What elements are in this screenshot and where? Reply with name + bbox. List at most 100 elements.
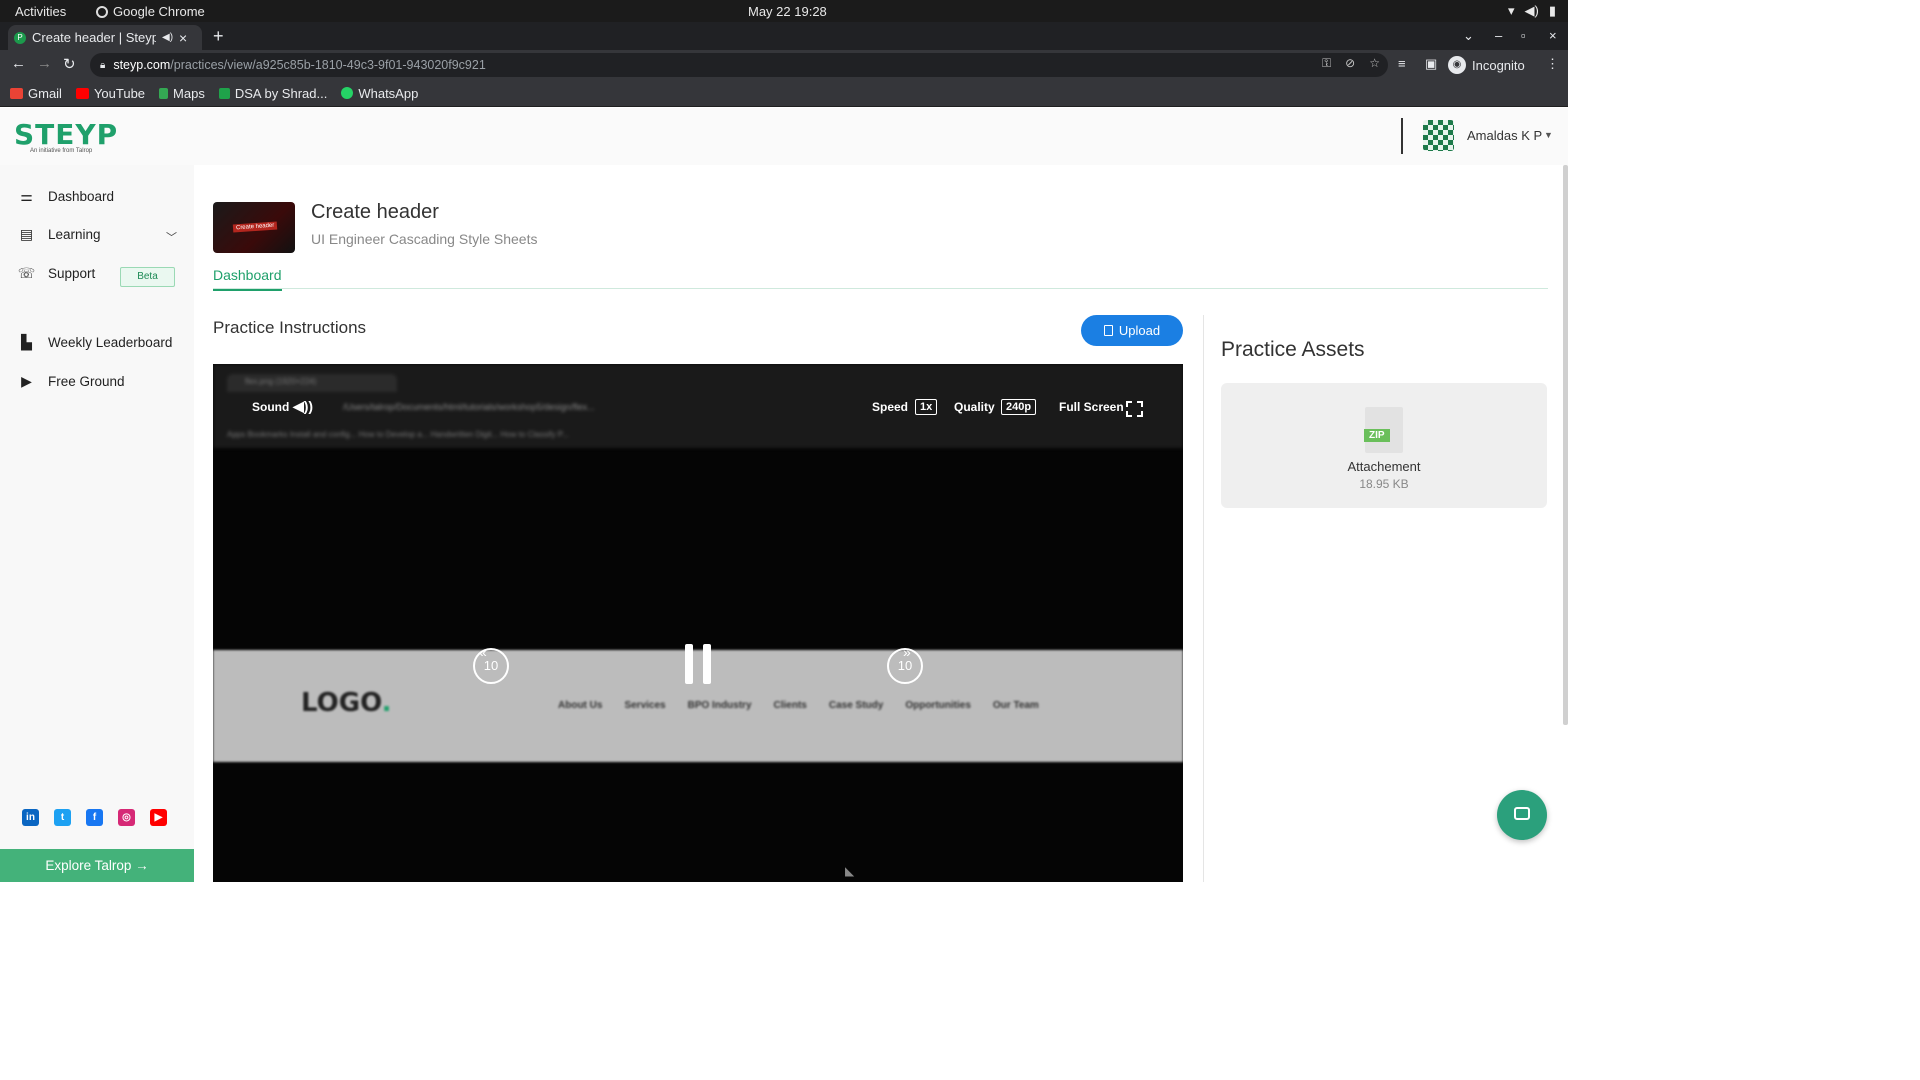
- twitter-icon[interactable]: t: [54, 809, 71, 826]
- incognito-icon: ◉: [1448, 56, 1466, 74]
- facebook-icon[interactable]: f: [86, 809, 103, 826]
- leaderboard-icon: ▙: [21, 334, 32, 350]
- url-path: /practices/view/a925c85b-1810-49c3-9f01-…: [170, 58, 486, 72]
- bookmarks-bar: Gmail YouTube Maps DSA by Shrad... Whats…: [0, 80, 1568, 107]
- bookmark-gmail[interactable]: Gmail: [10, 86, 62, 101]
- tab-search-icon[interactable]: ⌄: [1463, 28, 1474, 44]
- asset-file-size: 18.95 KB: [1359, 477, 1409, 491]
- chevron-down-icon[interactable]: ﹀: [166, 229, 177, 245]
- bookmark-dsa[interactable]: DSA by Shrad...: [218, 86, 327, 101]
- address-bar[interactable]: 🔒︎ steyp.com /practices/view/a925c85b-18…: [90, 53, 1388, 77]
- calendar-icon: ▤: [19, 226, 34, 242]
- tab-title: Create header | Steyp's: [32, 30, 156, 45]
- audio-playing-icon[interactable]: ◀): [162, 32, 173, 43]
- volume-icon[interactable]: ◀)): [293, 398, 313, 415]
- chat-button[interactable]: [1497, 790, 1547, 840]
- reload-icon[interactable]: ↻: [63, 55, 76, 73]
- browser-tab[interactable]: P Create header | Steyp's ◀) ×: [8, 25, 202, 50]
- zip-file-icon: ZIP: [1364, 407, 1403, 453]
- bookmark-star-icon[interactable]: ☆: [1369, 56, 1380, 71]
- activities-button[interactable]: Activities: [15, 4, 66, 19]
- avatar[interactable]: [1423, 120, 1454, 151]
- os-top-bar: Activities Google Chrome May 22 19:28 ▾ …: [0, 0, 1568, 22]
- sidebar-item-dashboard[interactable]: ⚌ Dashboard: [17, 188, 114, 205]
- beta-badge: Beta: [120, 267, 175, 287]
- system-tray[interactable]: ▾ ◀) ▮: [1508, 3, 1556, 19]
- linkedin-icon[interactable]: in: [22, 809, 39, 826]
- eye-off-icon[interactable]: ⊘: [1345, 56, 1355, 71]
- page-title: Create header: [311, 201, 439, 223]
- chat-bubble-icon: [1514, 807, 1530, 820]
- speed-label: Speed: [872, 400, 909, 414]
- media-control-icon[interactable]: ≡: [1398, 56, 1406, 71]
- video-player[interactable]: flex.png (1920×224) /Users/talrop/Docume…: [213, 364, 1183, 882]
- panel-divider: [1203, 315, 1204, 882]
- course-subtitle: UI Engineer Cascading Style Sheets: [311, 231, 538, 247]
- bookmark-whatsapp[interactable]: WhatsApp: [341, 86, 418, 101]
- app-name: Google Chrome: [113, 4, 205, 19]
- bookmark-maps[interactable]: Maps: [159, 86, 205, 101]
- maps-icon: [159, 87, 169, 99]
- maximize-icon[interactable]: ▫: [1521, 28, 1526, 43]
- header-divider: [1401, 118, 1403, 154]
- quality-selector[interactable]: 240p: [1001, 399, 1037, 415]
- back-icon[interactable]: ←: [11, 55, 26, 72]
- social-links: in t f ◎ ▶: [22, 809, 167, 826]
- new-tab-button[interactable]: +: [213, 26, 224, 47]
- profile-label: Incognito: [1472, 57, 1525, 73]
- sidebar: ⚌ Dashboard ▤ Learning ﹀ ☏ Support Beta …: [0, 165, 194, 882]
- url-host: steyp.com: [113, 58, 171, 72]
- rewind-icon: «: [479, 644, 487, 660]
- sidebar-item-learning[interactable]: ▤ Learning: [17, 226, 101, 243]
- asset-card[interactable]: ZIP Attachement 18.95 KB: [1221, 383, 1547, 508]
- mouse-cursor-icon: ◣: [845, 864, 855, 878]
- sound-label: Sound: [252, 400, 290, 414]
- video-frame-browser: flex.png (1920×224) /Users/talrop/Docume…: [213, 364, 1183, 448]
- fullscreen-icon[interactable]: [1126, 401, 1143, 417]
- forward-10-button[interactable]: » 10: [887, 644, 923, 684]
- lock-icon[interactable]: 🔒︎: [100, 60, 105, 71]
- sidebar-item-support[interactable]: ☏ Support: [17, 265, 96, 282]
- sidebar-item-weekly-leaderboard[interactable]: ▙ Weekly Leaderboard: [17, 334, 172, 351]
- site-header: STEYP An initiative from Talrop Amaldas …: [0, 108, 1568, 165]
- minimize-icon[interactable]: –: [1495, 28, 1502, 43]
- play-screen-icon: ▶: [21, 373, 32, 389]
- rewind-10-button[interactable]: « 10: [473, 644, 509, 684]
- bookmark-youtube[interactable]: YouTube: [75, 86, 145, 101]
- close-tab-icon[interactable]: ×: [179, 30, 187, 46]
- asset-file-name: Attachement: [1347, 459, 1421, 474]
- plus-icon: [218, 87, 230, 99]
- chrome-menu-icon[interactable]: ⋮: [1546, 56, 1559, 72]
- pause-button[interactable]: [685, 644, 711, 684]
- practice-assets-title: Practice Assets: [1221, 338, 1365, 361]
- course-thumbnail: Create header: [213, 202, 295, 253]
- tab-underline: [213, 288, 1548, 289]
- speed-selector[interactable]: 1x: [915, 399, 938, 415]
- caret-down-icon[interactable]: ▼: [1544, 130, 1553, 140]
- close-window-icon[interactable]: ×: [1549, 28, 1557, 43]
- youtube-icon: [75, 87, 89, 99]
- key-icon[interactable]: ⚿: [1322, 56, 1331, 71]
- steyp-logo[interactable]: STEYP An initiative from Talrop: [14, 118, 118, 154]
- clock[interactable]: May 22 19:28: [748, 4, 827, 19]
- arrow-right-icon: →: [135, 858, 149, 873]
- app-menu[interactable]: Google Chrome: [96, 4, 205, 19]
- youtube-icon[interactable]: ▶: [150, 809, 167, 826]
- instagram-icon[interactable]: ◎: [118, 809, 135, 826]
- sidebar-item-free-ground[interactable]: ▶ Free Ground: [17, 373, 124, 390]
- browser-toolbar: ← → ↻ 🔒︎ steyp.com /practices/view/a925c…: [0, 50, 1568, 80]
- user-name[interactable]: Amaldas K P: [1467, 128, 1542, 143]
- side-panel-icon[interactable]: ▣: [1425, 56, 1437, 72]
- explore-talrop-button[interactable]: Explore Talrop →: [0, 849, 194, 882]
- dashboard-icon: ⚌: [20, 188, 33, 204]
- upload-button[interactable]: Upload: [1081, 315, 1183, 346]
- practice-instructions-title: Practice Instructions: [213, 318, 367, 337]
- gmail-icon: [10, 87, 23, 99]
- tab-strip: P Create header | Steyp's ◀) ×: [0, 22, 1568, 50]
- incognito-profile[interactable]: ◉ Incognito: [1448, 56, 1525, 74]
- forward-icon[interactable]: →: [37, 55, 52, 72]
- page-scrollbar[interactable]: [1563, 165, 1568, 725]
- quality-label: Quality: [954, 400, 995, 414]
- fast-forward-icon: »: [903, 644, 911, 660]
- chrome-icon: [96, 5, 108, 18]
